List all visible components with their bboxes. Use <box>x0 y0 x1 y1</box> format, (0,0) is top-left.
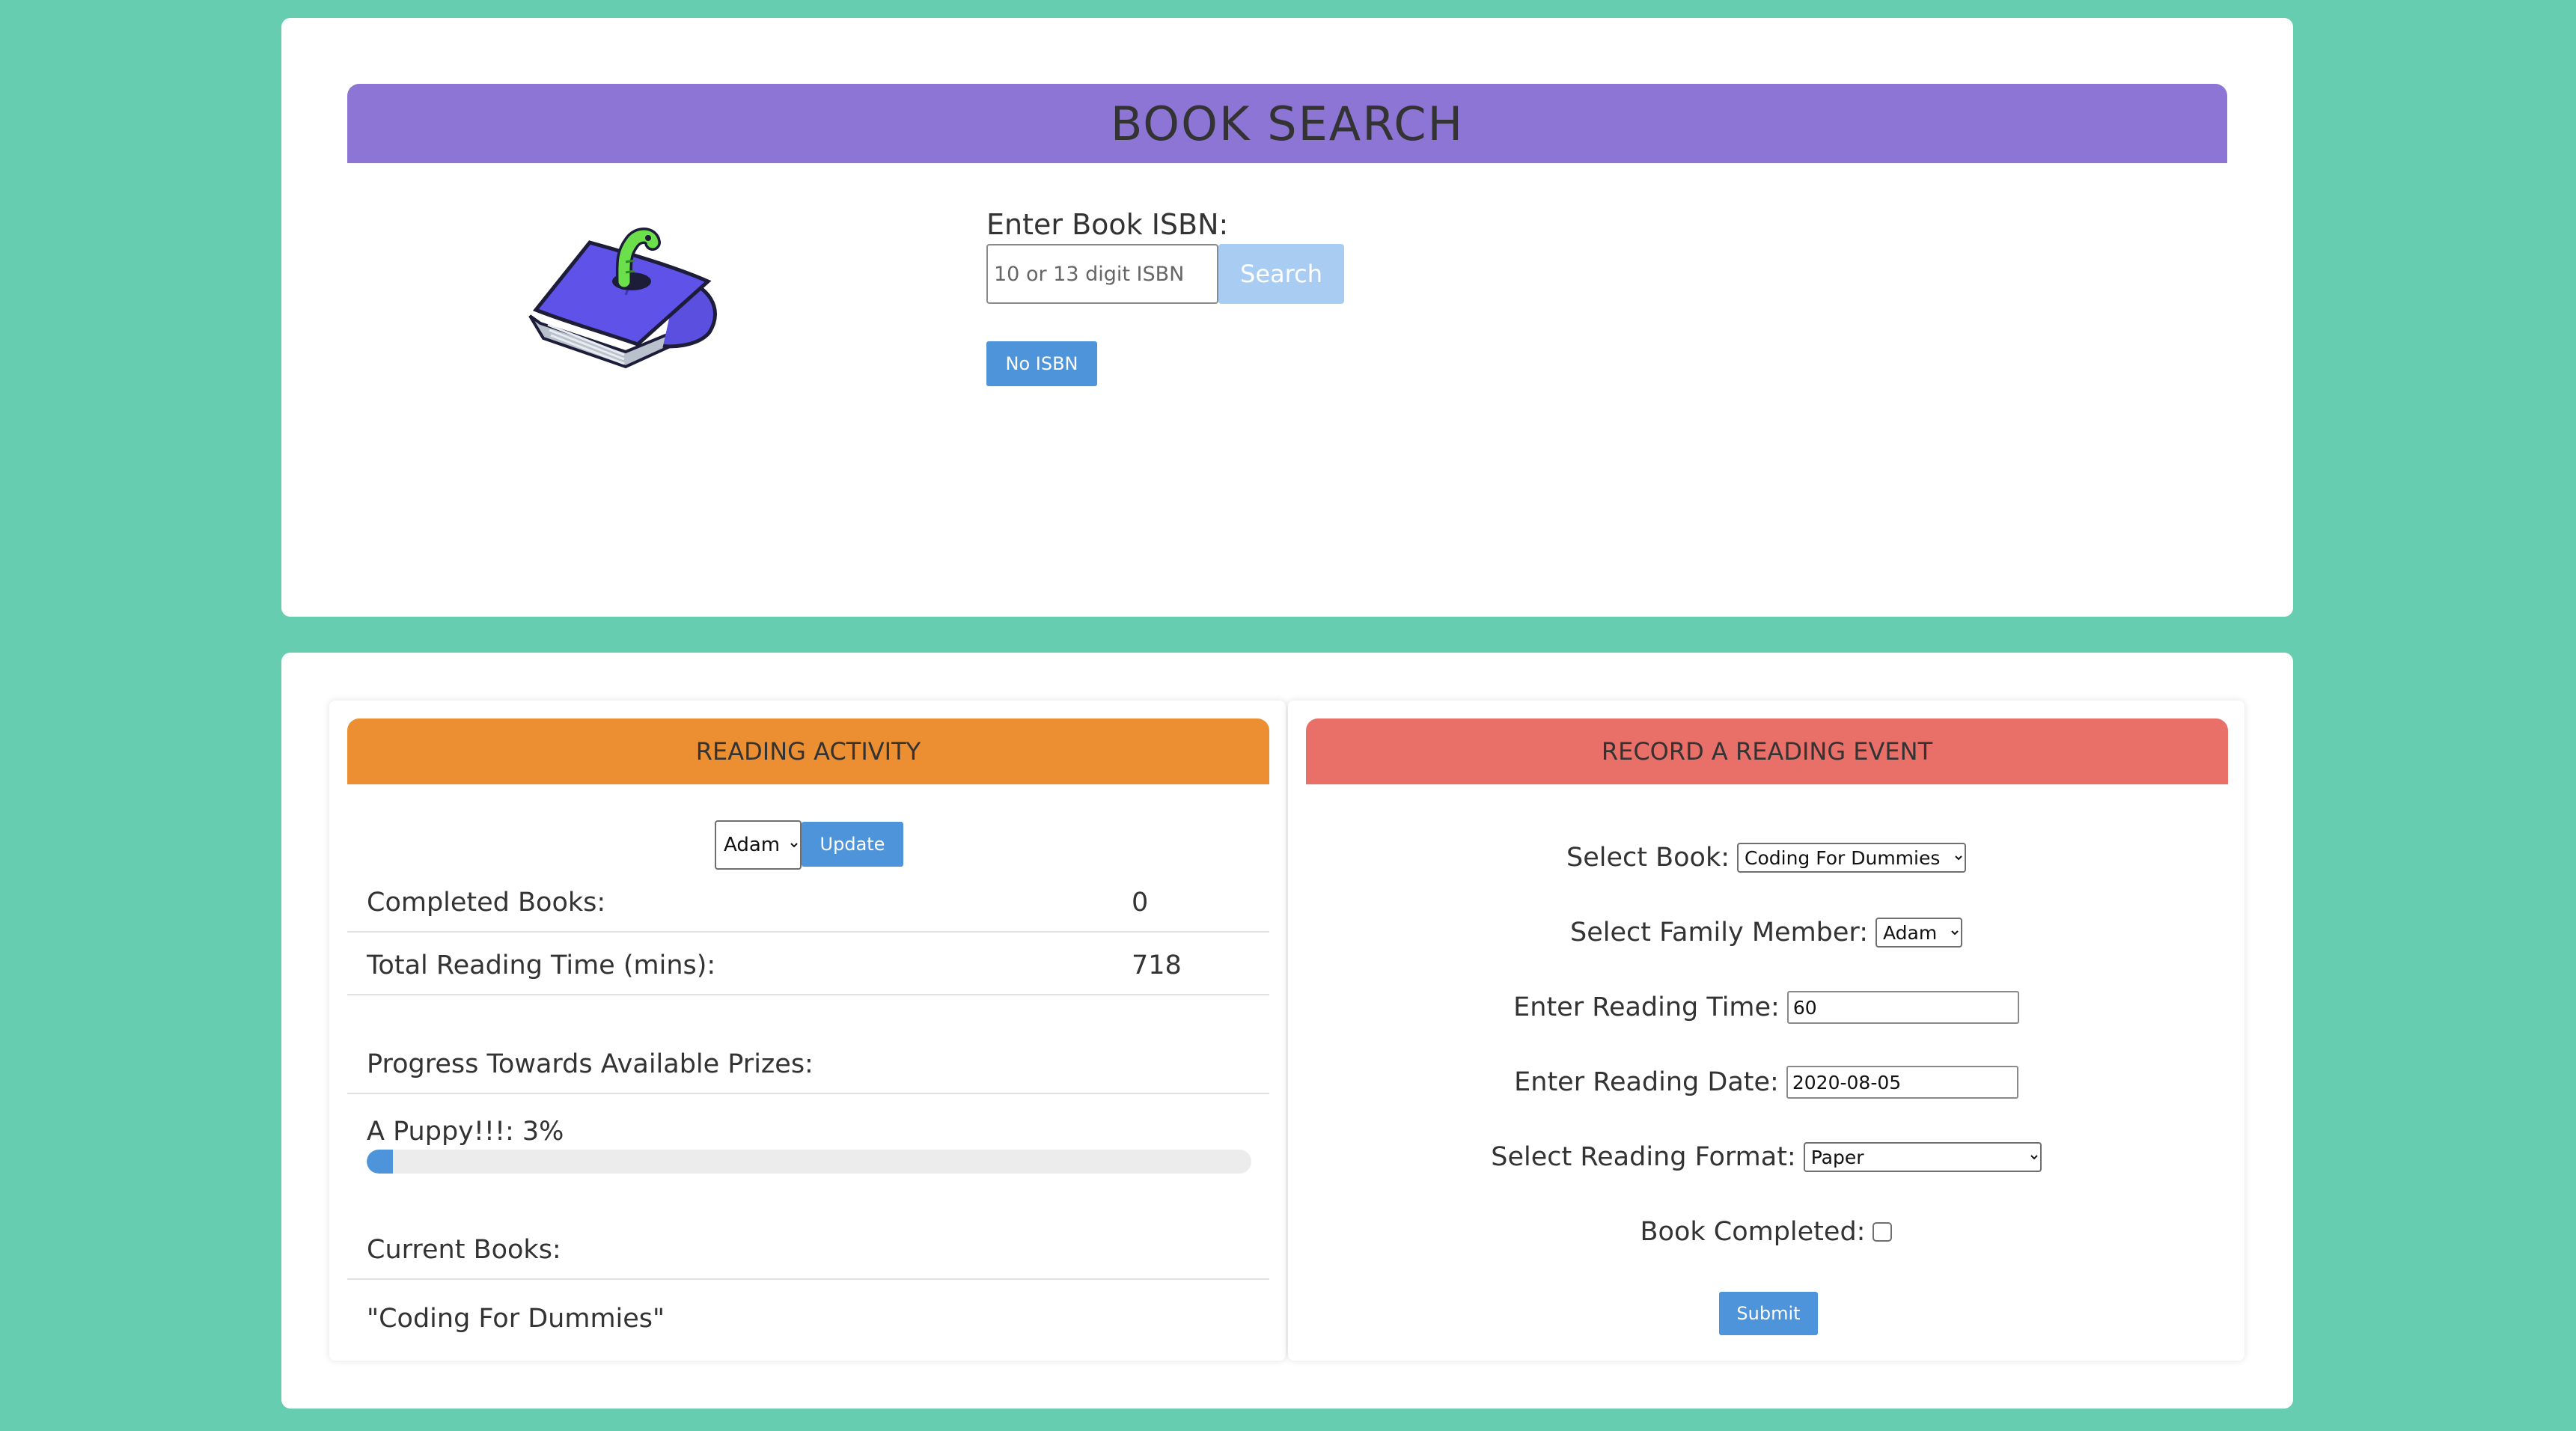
submit-button[interactable]: Submit <box>1719 1292 1818 1335</box>
search-button[interactable]: Search <box>1218 244 1344 304</box>
total-reading-time-label: Total Reading Time (mins): <box>367 951 716 980</box>
book-completed-checkbox[interactable] <box>1873 1222 1893 1242</box>
prize-progress-bar <box>367 1150 1251 1174</box>
completed-books-value: 0 <box>1132 888 1149 918</box>
record-event-panel: RECORD A READING EVENT Select Book: Codi… <box>1288 701 2244 1361</box>
select-member-row: Select Family Member: Adam <box>1288 910 2244 955</box>
reading-card: READING ACTIVITY Adam Update Completed B… <box>281 653 2293 1409</box>
select-member-label: Select Family Member: <box>1570 918 1868 948</box>
reading-date-label: Enter Reading Date: <box>1514 1067 1779 1097</box>
book-search-title: BOOK SEARCH <box>347 84 2227 163</box>
reading-activity-panel: READING ACTIVITY Adam Update Completed B… <box>329 701 1286 1361</box>
current-books-heading: Current Books: <box>367 1235 561 1265</box>
select-book-row: Select Book: Coding For Dummies <box>1288 835 2244 880</box>
select-member-dropdown[interactable]: Adam <box>1875 918 1962 948</box>
prize-progress-fill <box>367 1150 394 1174</box>
total-reading-time-row: Total Reading Time (mins): 718 <box>347 933 1269 995</box>
record-event-title: RECORD A READING EVENT <box>1306 718 2228 784</box>
reading-format-dropdown[interactable]: Paper <box>1803 1142 2042 1172</box>
reading-time-input[interactable] <box>1786 991 2019 1024</box>
progress-heading: Progress Towards Available Prizes: <box>367 1049 814 1079</box>
reading-date-input[interactable] <box>1786 1066 2018 1099</box>
current-books-heading-row: Current Books: <box>347 1217 1269 1280</box>
reading-time-row: Enter Reading Time: <box>1288 985 2244 1030</box>
book-with-worm-icon <box>528 228 717 369</box>
reading-time-label: Enter Reading Time: <box>1513 992 1780 1022</box>
select-book-dropdown[interactable]: Coding For Dummies <box>1737 843 1966 873</box>
completed-books-row: Completed Books: 0 <box>347 870 1269 933</box>
total-reading-time-value: 718 <box>1132 951 1182 980</box>
isbn-input[interactable] <box>986 244 1218 304</box>
reading-format-label: Select Reading Format: <box>1491 1142 1796 1172</box>
current-book-item: "Coding For Dummies" <box>367 1304 665 1334</box>
select-book-label: Select Book: <box>1566 843 1730 873</box>
prize-label: A Puppy!!!: 3% <box>367 1117 564 1147</box>
book-completed-label: Book Completed: <box>1640 1217 1866 1247</box>
progress-heading-row: Progress Towards Available Prizes: <box>347 1031 1269 1094</box>
reading-activity-title: READING ACTIVITY <box>347 718 1269 784</box>
reading-date-row: Enter Reading Date: <box>1288 1060 2244 1105</box>
isbn-label: Enter Book ISBN: <box>986 208 1229 241</box>
family-member-select[interactable]: Adam <box>715 820 802 870</box>
completed-books-label: Completed Books: <box>367 888 606 918</box>
book-completed-row: Book Completed: <box>1288 1209 2244 1254</box>
update-button[interactable]: Update <box>802 822 903 867</box>
reading-format-row: Select Reading Format: Paper <box>1288 1135 2244 1180</box>
no-isbn-button[interactable]: No ISBN <box>986 341 1097 386</box>
book-search-card: BOOK SEARCH Enter Book ISBN: Search No I… <box>281 18 2293 617</box>
